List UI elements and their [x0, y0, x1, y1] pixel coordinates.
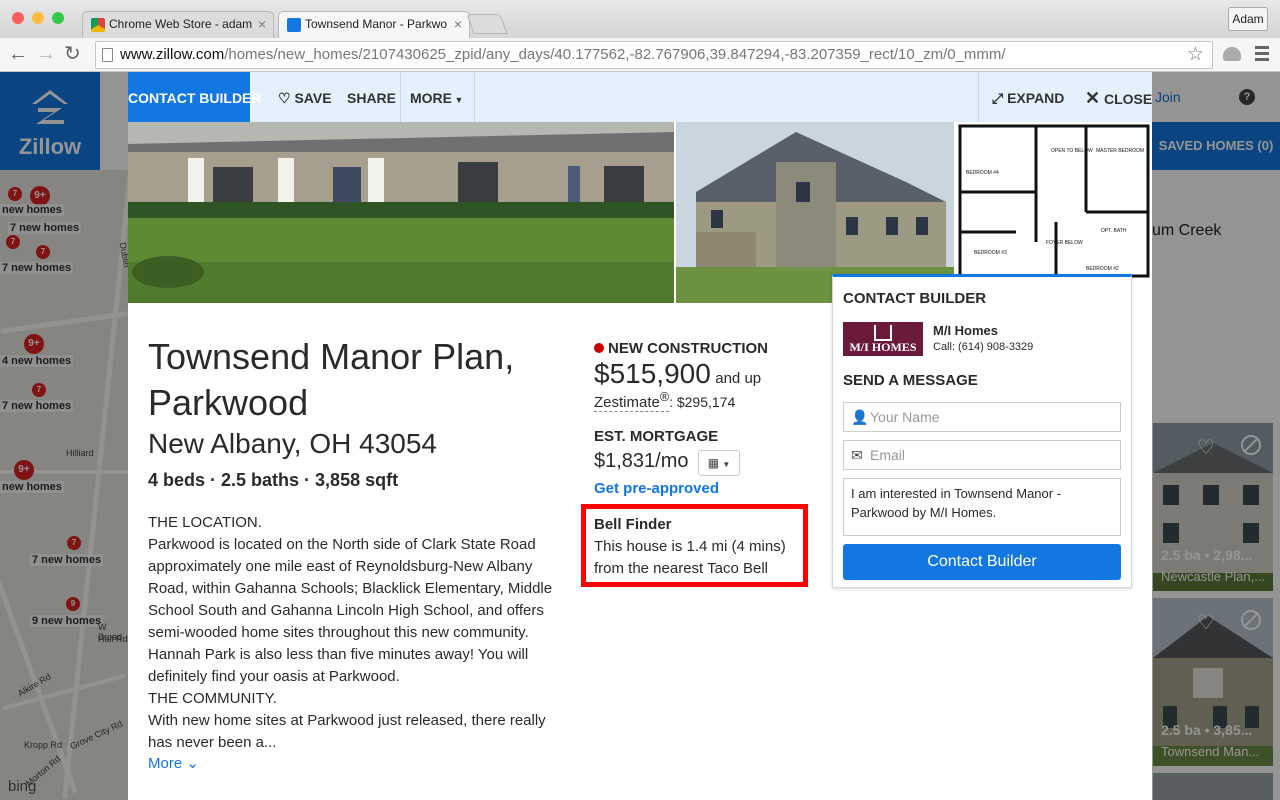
description-paragraph: Parkwood is located on the North side of…: [148, 536, 553, 685]
close-button[interactable]: ✕ CLOSE: [1085, 72, 1152, 122]
builder-phone: Call: (614) 908-3329: [933, 341, 1034, 353]
listing-description: THE LOCATION. Parkwood is located on the…: [148, 512, 572, 754]
extension-icon[interactable]: [1223, 47, 1241, 61]
floorplan-label: MASTER BEDROOM: [1096, 148, 1144, 154]
mortgage-calculator-button[interactable]: ▦ ▼: [698, 450, 740, 476]
chevron-down-icon: ⌄: [186, 755, 199, 772]
url-path: /homes/new_homes/2107430625_zpid/any_day…: [224, 46, 1006, 63]
status-badge: NEW CONSTRUCTION: [594, 340, 768, 357]
share-button[interactable]: SHARE: [347, 72, 396, 122]
chrome-web-store-icon: [91, 18, 105, 32]
message-textarea[interactable]: I am interested in Townsend Manor - Park…: [843, 478, 1121, 536]
modal-toolbar: CONTACT BUILDER ♡ SAVE SHARE MORE ▼ ⤢ EX…: [128, 72, 1152, 122]
listing-modal: CONTACT BUILDER ♡ SAVE SHARE MORE ▼ ⤢ EX…: [128, 72, 1152, 800]
back-arrow-icon[interactable]: ←: [8, 42, 28, 66]
caret-down-icon: ▼: [452, 95, 464, 105]
description-paragraph: With new home sites at Parkwood just rel…: [148, 712, 546, 751]
floorplan-label: OPEN TO BELOW: [1051, 148, 1093, 154]
get-preapproved-link[interactable]: Get pre-approved: [594, 480, 719, 497]
calculator-icon: ▦: [707, 456, 720, 470]
more-label: MORE: [410, 90, 452, 106]
house-front-photo[interactable]: [128, 122, 674, 303]
window-zoom-button[interactable]: [52, 12, 64, 24]
heart-icon: ♡: [278, 90, 295, 106]
builder-logo-text: M/I HOMES: [849, 340, 917, 354]
price-amount: $515,900: [594, 358, 711, 389]
registered-mark: ®: [659, 390, 670, 404]
description-heading: THE COMMUNITY.: [148, 690, 277, 707]
menu-icon[interactable]: [1255, 46, 1269, 62]
send-message-heading: SEND A MESSAGE: [843, 372, 978, 389]
listing-address: New Albany, OH 43054: [148, 428, 437, 459]
listing-specs: 4 beds · 2.5 baths · 3,858 sqft: [148, 470, 399, 490]
zestimate-value: : $295,174: [669, 394, 736, 410]
contact-builder-heading: CONTACT BUILDER: [843, 290, 987, 307]
browser-toolbar: ← → ↻ www.zillow.com/homes/new_homes/210…: [0, 38, 1280, 72]
floorplan-label: FOYER BELOW: [1046, 240, 1083, 246]
email-placeholder: Email: [870, 447, 906, 463]
name-placeholder: Your Name: [870, 409, 940, 425]
reload-icon[interactable]: ↻: [64, 42, 81, 66]
window-minimize-button[interactable]: [32, 12, 44, 24]
listing-title: Townsend Manor Plan, Parkwood: [148, 336, 515, 423]
bell-finder-box: Bell Finder This house is 1.4 mi (4 mins…: [581, 504, 808, 587]
zestimate-link[interactable]: Zestimate®: [594, 390, 670, 412]
contact-builder-tab[interactable]: CONTACT BUILDER: [128, 72, 262, 122]
floorplan-label: BEDROOM #2: [1086, 266, 1119, 272]
contact-builder-button[interactable]: Contact Builder: [843, 544, 1121, 580]
builder-logo: M/I HOMES: [843, 322, 923, 356]
email-field[interactable]: ✉ Email: [843, 440, 1121, 470]
new-tab-button[interactable]: [466, 14, 508, 34]
close-icon: ✕: [1085, 88, 1101, 108]
more-menu-button[interactable]: MORE ▼: [410, 72, 463, 122]
save-label: SAVE: [294, 90, 332, 106]
expand-icon: ⤢: [992, 90, 1008, 106]
expand-label: EXPAND: [1007, 90, 1065, 106]
url-host: www.zillow.com: [120, 46, 225, 63]
listing-price: $515,900 and up: [594, 358, 761, 390]
status-text: NEW CONSTRUCTION: [608, 340, 768, 357]
status-dot-icon: [594, 343, 604, 353]
tab-title: Townsend Manor - Parkwo: [305, 17, 448, 31]
zestimate-label: Zestimate: [594, 394, 660, 411]
description-heading: THE LOCATION.: [148, 514, 262, 531]
tab-close-icon[interactable]: ×: [258, 16, 266, 32]
forward-arrow-icon[interactable]: →: [36, 42, 56, 66]
zestimate: Zestimate®: $295,174: [594, 390, 736, 412]
bell-finder-title: Bell Finder: [594, 516, 672, 533]
window-close-button[interactable]: [12, 12, 24, 24]
caret-down-icon: ▼: [722, 460, 731, 469]
name-field[interactable]: 👤 Your Name: [843, 402, 1121, 432]
more-link[interactable]: More ⌄: [148, 754, 199, 772]
close-label: CLOSE: [1103, 91, 1152, 107]
zillow-icon: [287, 18, 301, 32]
person-icon: 👤: [851, 409, 869, 425]
bookmark-star-icon[interactable]: ☆: [1187, 42, 1204, 68]
floorplan-label: BEDROOM #4: [966, 170, 999, 176]
tab-title: Chrome Web Store - adam: [109, 17, 253, 31]
expand-button[interactable]: ⤢ EXPAND: [992, 72, 1064, 122]
contact-builder-panel: CONTACT BUILDER M/I HOMES M/I Homes Call…: [832, 274, 1132, 588]
floorplan-label: OPT. BATH: [1101, 228, 1127, 234]
mortgage-label: EST. MORTGAGE: [594, 428, 719, 445]
bell-finder-text: This house is 1.4 mi (4 mins) from the n…: [594, 538, 786, 577]
tab-strip: Chrome Web Store - adam × Townsend Manor…: [0, 0, 1280, 38]
more-link-label: More: [148, 755, 183, 772]
price-suffix: and up: [715, 370, 762, 387]
address-bar[interactable]: www.zillow.com/homes/new_homes/210743062…: [95, 41, 1213, 69]
floorplan-label: BEDROOM #3: [974, 250, 1007, 256]
tab-chrome-web-store[interactable]: Chrome Web Store - adam ×: [82, 11, 274, 38]
mortgage-value: $1,831/mo: [594, 450, 689, 472]
browser-window: Chrome Web Store - adam × Townsend Manor…: [0, 0, 1280, 800]
page-icon: [102, 48, 113, 62]
save-button[interactable]: ♡ SAVE: [278, 72, 332, 122]
tab-close-icon[interactable]: ×: [454, 16, 462, 32]
profile-button[interactable]: Adam: [1228, 7, 1268, 31]
builder-name: M/I Homes: [933, 323, 999, 338]
tab-zillow-listing[interactable]: Townsend Manor - Parkwo ×: [278, 11, 470, 38]
envelope-icon: ✉: [851, 447, 863, 463]
